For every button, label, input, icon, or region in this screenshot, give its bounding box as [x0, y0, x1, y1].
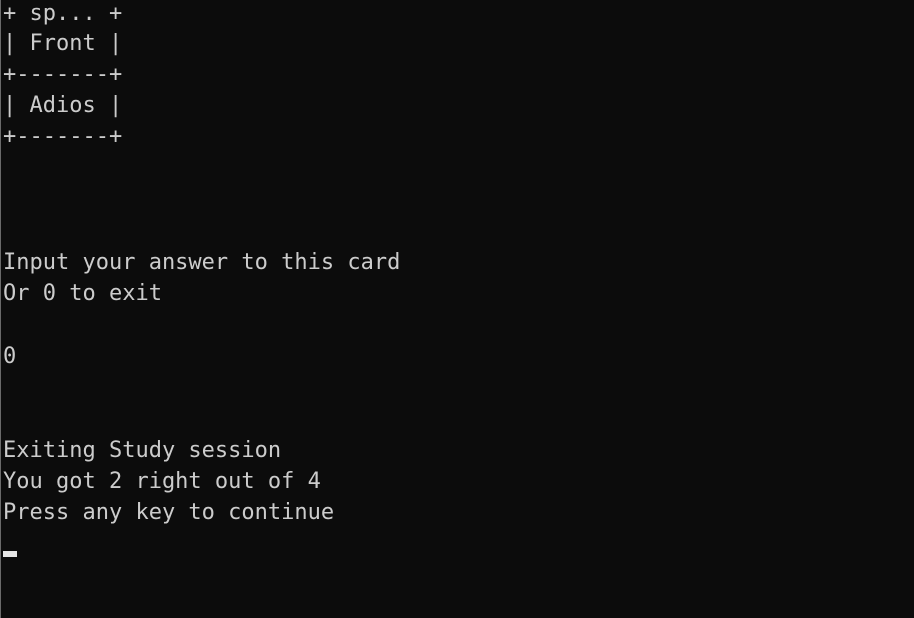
card-table-header: + sp... + — [3, 1, 123, 26]
prompt-line-1: Input your answer to this card — [3, 250, 401, 275]
console-window[interactable]: + sp... + | Front | +-------+ | Adios | … — [0, 0, 914, 618]
score-message: You got 2 right out of 4 — [3, 469, 321, 494]
user-input-echo: 0 — [3, 344, 17, 369]
prompt-line-2: Or 0 to exit — [3, 281, 162, 306]
card-table-answer-row: | Adios | — [3, 93, 123, 118]
card-table-divider: +-------+ — [3, 62, 123, 87]
card-table-front-row: | Front | — [3, 31, 123, 56]
continue-message: Press any key to continue — [3, 500, 335, 525]
window-left-border — [0, 0, 1, 618]
card-table-bottom: +-------+ — [3, 124, 123, 149]
text-cursor-icon — [3, 551, 17, 557]
exit-message: Exiting Study session — [3, 438, 282, 463]
